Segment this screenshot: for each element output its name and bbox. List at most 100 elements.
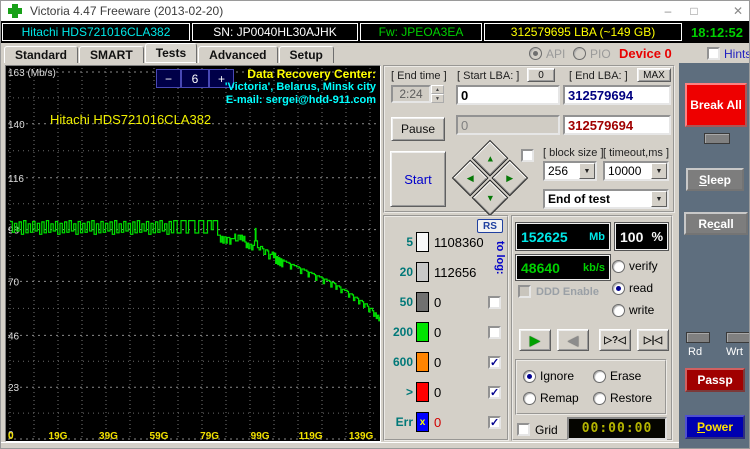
pio-radio[interactable] — [573, 47, 586, 60]
spin-down-icon[interactable]: ▼ — [431, 94, 444, 103]
grid-label: Grid — [535, 423, 558, 437]
clock: 18:12:52 — [684, 23, 750, 41]
restore-radio[interactable] — [593, 392, 606, 405]
svg-text:23: 23 — [8, 383, 20, 394]
action-restore[interactable]: Restore — [593, 391, 652, 405]
side-panel: Break All Sleep Recall Rd Wrt Passp Powe… — [679, 63, 750, 449]
maximize-icon[interactable]: □ — [681, 4, 707, 18]
ddd-label: DDD Enable — [536, 286, 599, 298]
close-icon[interactable]: ✕ — [725, 4, 750, 18]
tab-advanced[interactable]: Advanced — [198, 46, 277, 63]
power-button[interactable]: Power — [685, 415, 745, 439]
stat-threshold-label: 600 — [387, 355, 413, 369]
read-radio[interactable] — [612, 282, 625, 295]
spin-up-icon[interactable]: ▲ — [431, 85, 444, 94]
tab-setup[interactable]: Setup — [279, 46, 334, 63]
remap-radio[interactable] — [523, 392, 536, 405]
stat-to-log-checkbox[interactable] — [488, 326, 501, 339]
position-lcd: 152625 Mb — [516, 223, 610, 250]
mode-write[interactable]: write — [612, 303, 654, 317]
drive-firmware: Fw: JPEOA3EA — [360, 23, 482, 41]
write-label: write — [629, 303, 654, 317]
back-button[interactable]: ◀ — [557, 329, 589, 351]
chevron-down-icon[interactable]: ▼ — [651, 191, 667, 207]
svg-text:19G: 19G — [49, 431, 68, 441]
tab-smart[interactable]: SMART — [79, 46, 144, 63]
stat-row->: >0✓ — [385, 377, 507, 407]
ddd-checkbox[interactable] — [518, 285, 531, 298]
back-icon: ◀ — [568, 332, 579, 349]
stat-count: 112656 — [434, 265, 476, 280]
stat-to-log-checkbox[interactable]: ✓ — [488, 386, 501, 399]
svg-text:140: 140 — [8, 120, 25, 131]
mode-verify[interactable]: verify — [612, 259, 658, 273]
start-button[interactable]: Start — [390, 151, 446, 207]
end-lba-max-button[interactable]: MAX — [637, 68, 671, 82]
erase-radio[interactable] — [593, 370, 606, 383]
graph-drive-label: Hitachi HDS721016CLA382 — [50, 112, 211, 127]
start-lba-zero-button[interactable]: 0 — [527, 68, 555, 82]
svg-text:119G: 119G — [299, 431, 323, 441]
position-value: 152625 — [521, 229, 568, 245]
zoom-out-button[interactable]: − — [156, 69, 181, 88]
device-indicator: Device 0 — [619, 46, 672, 61]
end-time-value[interactable]: 2:24 — [391, 85, 431, 103]
tab-standard[interactable]: Standard — [4, 46, 78, 63]
rd-label: Rd — [688, 346, 702, 358]
minimize-icon[interactable]: – — [655, 4, 681, 18]
chevron-down-icon[interactable]: ▼ — [579, 163, 595, 179]
action-erase[interactable]: Erase — [593, 369, 641, 383]
stat-to-log-checkbox[interactable] — [488, 296, 501, 309]
break-all-button[interactable]: Break All — [685, 83, 747, 127]
grid-checkbox[interactable] — [517, 423, 530, 436]
stat-to-log-checkbox[interactable]: ✓ — [488, 416, 501, 429]
recall-pre: Re — [698, 217, 713, 231]
down-arrow-icon: ▼ — [486, 193, 495, 203]
action-remap[interactable]: Remap — [523, 391, 579, 405]
recall-button[interactable]: Recall — [684, 212, 748, 235]
block-size-select[interactable]: 256 ▼ — [543, 161, 597, 181]
play-button[interactable]: ▶ — [519, 329, 551, 351]
stat-color-swatch — [416, 292, 429, 312]
ignore-radio[interactable] — [523, 370, 536, 383]
to-end-button[interactable]: ▷|◁ — [637, 329, 669, 351]
pad-option-checkbox[interactable] — [521, 149, 534, 162]
elapsed-timer-lcd: 00:00:00 — [567, 417, 667, 440]
tab-tests[interactable]: Tests — [145, 43, 197, 63]
stat-row-200: 2000 — [385, 317, 507, 347]
stat-to-log-checkbox[interactable]: ✓ — [488, 356, 501, 369]
pause-button[interactable]: Pause — [391, 117, 445, 141]
svg-text:70: 70 — [8, 277, 20, 288]
scan-question-button[interactable]: ▷?◁ — [599, 329, 631, 351]
defect-action-group: Ignore Erase Remap Restore — [515, 359, 667, 415]
sleep-button[interactable]: Sleep — [686, 168, 744, 191]
start-lba-input[interactable]: 0 — [456, 85, 560, 105]
stat-threshold-label: > — [387, 385, 413, 399]
to-end-icon: ▷|◁ — [644, 335, 662, 346]
api-radio[interactable] — [529, 47, 542, 60]
passp-button[interactable]: Passp — [685, 368, 745, 392]
stat-count: 0 — [434, 355, 441, 370]
victoria-window: Victoria 4.47 Freeware (2013-02-20) – □ … — [0, 0, 750, 449]
mode-read[interactable]: read — [612, 281, 653, 295]
stat-threshold-label: 200 — [387, 325, 413, 339]
stat-row-50: 500 — [385, 287, 507, 317]
recall-rest: all — [720, 217, 733, 231]
write-radio[interactable] — [612, 304, 625, 317]
hints-checkbox[interactable] — [707, 47, 720, 60]
action-ignore[interactable]: Ignore — [523, 369, 574, 383]
end-lba-input[interactable]: 312579694 — [563, 85, 671, 105]
progress-lcd: 100 % — [615, 223, 668, 250]
end-action-value: End of test — [548, 192, 610, 206]
end-action-select[interactable]: End of test ▼ — [543, 189, 669, 209]
pio-label: PIO — [590, 47, 611, 61]
speed-graph-panel: 163 (Mb/s)140116937046230019G39G59G79G99… — [5, 65, 381, 442]
play-icon: ▶ — [530, 332, 541, 349]
chevron-down-icon[interactable]: ▼ — [651, 163, 667, 179]
verify-radio[interactable] — [612, 260, 625, 273]
stat-count: 0 — [434, 325, 441, 340]
api-label: API — [546, 47, 565, 61]
timeout-select[interactable]: 10000 ▼ — [603, 161, 669, 181]
stat-threshold-label: 50 — [387, 295, 413, 309]
svg-text:39G: 39G — [99, 431, 118, 441]
